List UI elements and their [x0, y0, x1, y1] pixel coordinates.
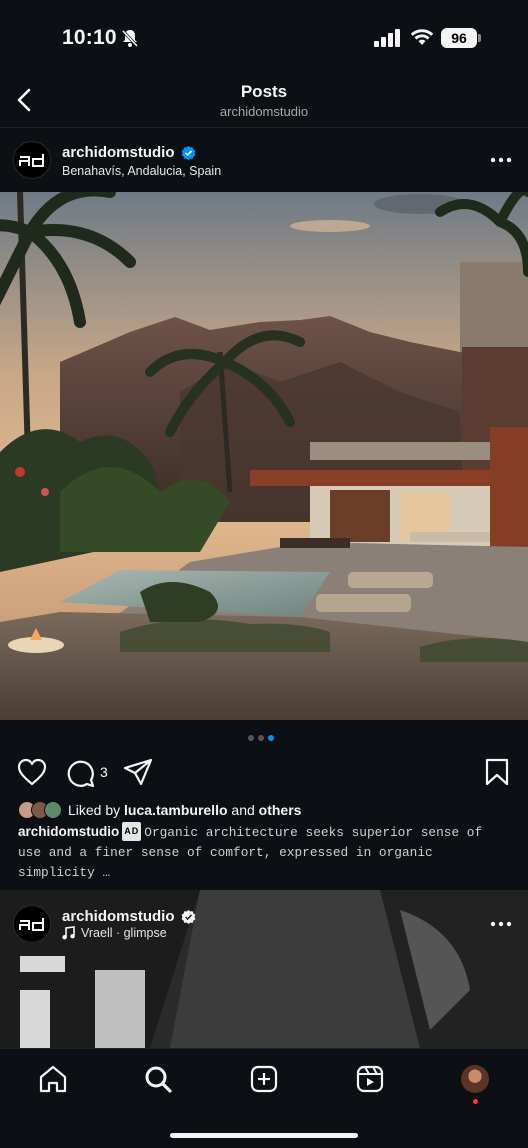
username-text[interactable]: archidomstudio	[62, 144, 175, 161]
bookmark-icon[interactable]	[485, 758, 509, 786]
search-icon	[145, 1066, 172, 1093]
archidom-logo	[19, 154, 44, 167]
home-icon	[39, 1065, 67, 1093]
post-caption[interactable]: archidomstudio AD Organic architecture see…	[18, 822, 508, 882]
next-post-username[interactable]: archidomstudio	[62, 908, 196, 925]
status-time: 10:10	[62, 26, 117, 49]
archidom-logo	[19, 918, 44, 931]
status-bar: 10:10 96	[0, 0, 528, 70]
carousel-dot	[258, 735, 264, 741]
posts-header: Posts archidomstudio	[0, 70, 528, 128]
caption-username[interactable]: archidomstudio	[18, 824, 119, 839]
comment-icon[interactable]	[65, 758, 95, 788]
post-actions: 3	[0, 756, 528, 788]
more-options-icon[interactable]	[490, 921, 512, 927]
tab-home[interactable]	[37, 1063, 69, 1095]
post-username[interactable]: archidomstudio	[62, 144, 196, 161]
avatar[interactable]	[13, 141, 51, 179]
home-indicator[interactable]	[170, 1133, 358, 1138]
cellular-signal-icon	[374, 29, 400, 47]
carousel-dot-active	[268, 735, 274, 741]
liked-by-and: and	[231, 802, 255, 818]
reels-icon	[356, 1065, 384, 1093]
carousel-dot	[248, 735, 254, 741]
liked-by-user[interactable]: luca.tamburello	[124, 802, 227, 818]
liker-avatar	[44, 801, 62, 819]
villa-render-image	[0, 192, 528, 720]
post-image[interactable]	[0, 192, 528, 720]
username-text[interactable]: archidomstudio	[62, 908, 175, 925]
notification-dot	[473, 1099, 478, 1104]
ad-badge: AD	[122, 822, 142, 841]
liked-by-others[interactable]: others	[259, 802, 302, 818]
avatar	[461, 1065, 489, 1093]
verified-badge-icon	[181, 145, 196, 160]
carousel-indicator	[248, 735, 274, 741]
audio-label[interactable]: Vraell · glimpse	[81, 926, 167, 940]
liked-by-prefix: Liked by	[68, 802, 121, 818]
likes-row[interactable]: Liked by luca.tamburello and others	[18, 801, 301, 819]
more-options-icon[interactable]	[490, 157, 512, 163]
page-subtitle[interactable]: archidomstudio	[0, 104, 528, 119]
verified-badge-icon	[181, 909, 196, 924]
avatar[interactable]	[13, 905, 51, 943]
tab-profile[interactable]	[459, 1063, 491, 1095]
next-post-header: archidomstudio Vraell · glimpse	[0, 890, 528, 954]
next-post[interactable]: archidomstudio Vraell · glimpse	[0, 890, 528, 1048]
post-header: archidomstudio Benahavís, Andalucia, Spa…	[0, 128, 528, 192]
comment-count[interactable]: 3	[100, 764, 108, 780]
battery-indicator: 96	[441, 28, 477, 48]
share-icon[interactable]	[123, 758, 153, 786]
wifi-icon	[410, 29, 434, 45]
bell-muted-icon	[121, 29, 139, 48]
liker-avatars	[18, 801, 62, 819]
battery-tip	[478, 34, 481, 42]
music-note-icon	[62, 926, 75, 940]
tab-reels[interactable]	[354, 1063, 386, 1095]
tab-search[interactable]	[142, 1063, 174, 1095]
heart-icon[interactable]	[17, 758, 47, 786]
plus-square-icon	[250, 1065, 278, 1093]
page-title: Posts	[240, 82, 288, 101]
next-post-audio[interactable]: Vraell · glimpse	[62, 926, 167, 940]
post-location[interactable]: Benahavís, Andalucia, Spain	[62, 164, 221, 178]
tab-create[interactable]	[248, 1063, 280, 1095]
